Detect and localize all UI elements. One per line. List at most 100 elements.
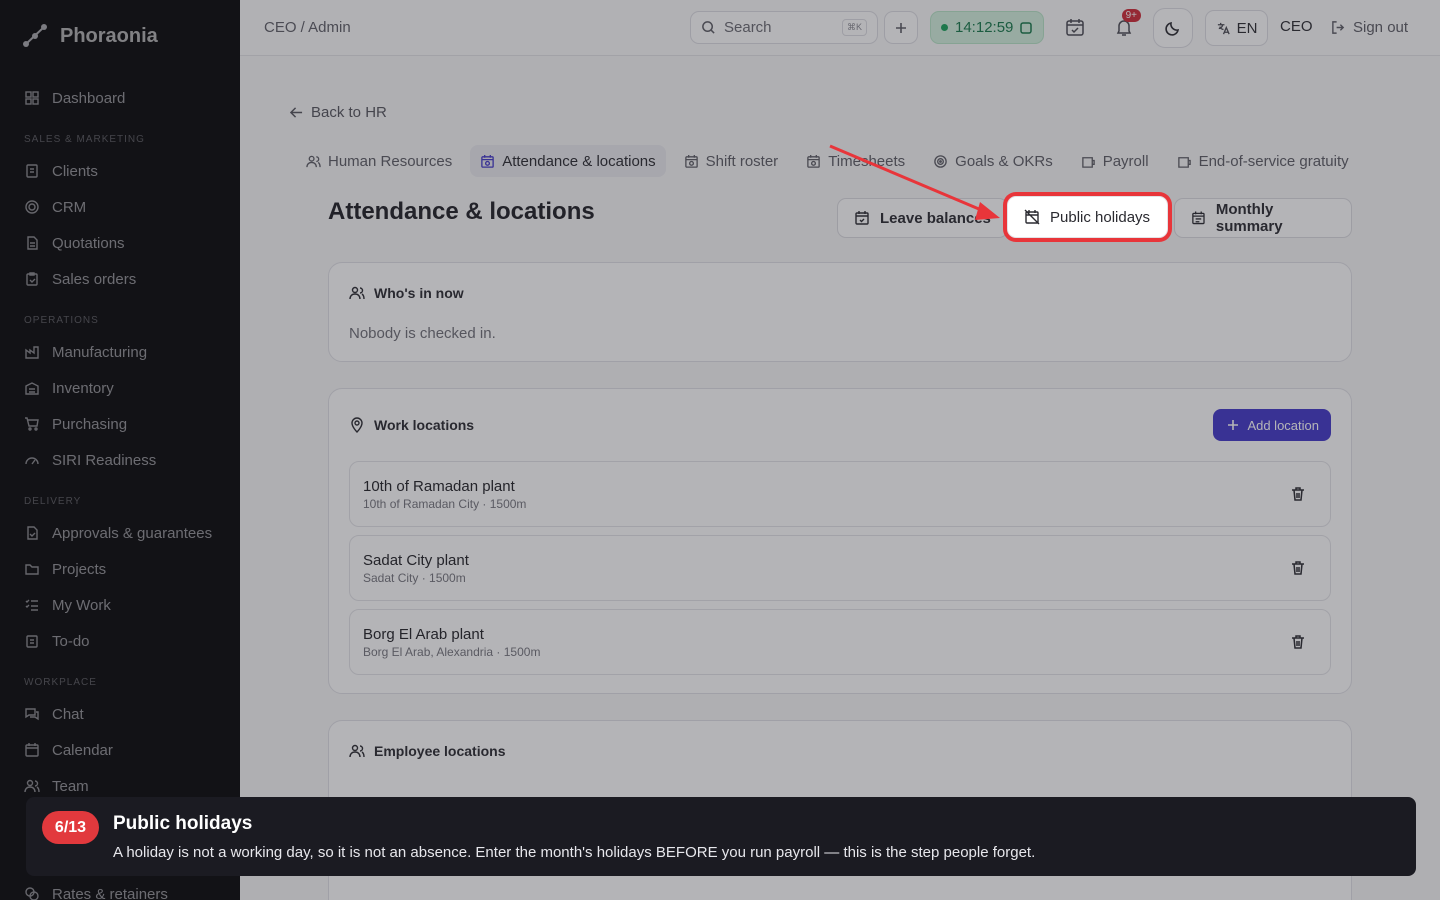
sidebar-item-purchasing[interactable]: Purchasing — [0, 406, 240, 442]
trash-icon[interactable] — [1290, 634, 1306, 650]
notification-badge: 9+ — [1121, 9, 1141, 22]
tab-human-resources[interactable]: Human Resources — [296, 145, 462, 177]
button-label: Leave balances — [880, 209, 991, 227]
sidebar-item-calendar[interactable]: Calendar — [0, 732, 240, 768]
trash-icon[interactable] — [1290, 486, 1306, 502]
notifications-button[interactable]: 9+ — [1114, 9, 1141, 42]
location-name: Borg El Arab plant — [363, 626, 484, 643]
add-button[interactable] — [884, 11, 918, 44]
sidebar-item-inventory[interactable]: Inventory — [0, 370, 240, 406]
leave-balances-button[interactable]: Leave balances — [837, 198, 1008, 238]
target-icon — [934, 154, 947, 168]
translate-icon — [1217, 22, 1230, 34]
card-title: Work locations — [349, 417, 474, 433]
chat-icon — [25, 708, 39, 721]
trash-icon[interactable] — [1290, 560, 1306, 576]
calendar-clock-icon — [807, 154, 820, 168]
calendar-clock-icon — [684, 154, 698, 168]
breadcrumb[interactable]: CEO / Admin — [264, 19, 351, 36]
dashboard-icon — [25, 91, 39, 105]
sidebar-item-label: SIRI Readiness — [52, 451, 157, 469]
calendar-check-icon — [1066, 19, 1084, 36]
button-label: Add location — [1247, 417, 1319, 433]
tab-label: Shift roster — [705, 152, 779, 170]
location-name: 10th of Ramadan plant — [363, 478, 515, 495]
sidebar-item-dashboard[interactable]: Dashboard — [0, 80, 240, 116]
tab-payroll[interactable]: Payroll — [1071, 145, 1159, 177]
language-switcher[interactable]: EN — [1205, 10, 1268, 46]
sidebar-item-clients[interactable]: Clients — [0, 153, 240, 189]
sidebar-item-label: My Work — [52, 596, 111, 614]
search-input[interactable]: Search ⌘K — [690, 11, 878, 44]
building-icon — [26, 164, 38, 178]
role-label[interactable]: CEO — [1280, 18, 1313, 35]
tab-shift-roster[interactable]: Shift roster — [674, 145, 789, 177]
sidebar-item-approvals[interactable]: Approvals & guarantees — [0, 515, 240, 551]
tab-timesheets[interactable]: Timesheets — [796, 145, 915, 177]
sidebar-item-manufacturing[interactable]: Manufacturing — [0, 334, 240, 370]
sidebar-item-siri-readiness[interactable]: SIRI Readiness — [0, 442, 240, 478]
nav-section-title: OPERATIONS — [24, 314, 99, 326]
target-icon — [25, 200, 39, 214]
location-detail: 10th of Ramadan City · 1500m — [363, 497, 527, 511]
sidebar-item-projects[interactable]: Projects — [0, 551, 240, 587]
sidebar-item-my-work[interactable]: My Work — [0, 587, 240, 623]
location-detail: Sadat City · 1500m — [363, 571, 466, 585]
sidebar-item-rates[interactable]: Rates & retainers — [0, 876, 168, 900]
sidebar-item-crm[interactable]: CRM — [0, 189, 240, 225]
brand-name: Phoraonia — [60, 24, 158, 47]
coins-icon — [25, 887, 39, 900]
brand[interactable]: Phoraonia — [0, 0, 240, 72]
calendar-icon — [1192, 211, 1205, 225]
wallet-icon — [1081, 156, 1095, 168]
search-shortcut: ⌘K — [841, 19, 867, 36]
users-icon — [306, 155, 321, 167]
map-pin-icon — [351, 417, 363, 433]
calendar-off-icon — [1024, 209, 1040, 225]
card-title-text: Employee locations — [374, 743, 506, 759]
clock-timer[interactable]: 14:12:59 — [930, 11, 1044, 44]
sidebar-item-label: Team — [52, 777, 89, 795]
card-title-text: Work locations — [374, 417, 475, 433]
tab-label: End-of-service gratuity — [1198, 152, 1349, 170]
sidebar-item-sales-orders[interactable]: Sales orders — [0, 261, 240, 297]
tab-label: Timesheets — [828, 152, 906, 170]
tab-end-of-service[interactable]: End-of-service gratuity — [1167, 145, 1359, 177]
button-label: Monthly summary — [1215, 201, 1283, 235]
sidebar-item-label: Manufacturing — [52, 343, 148, 361]
clipboard-icon — [26, 272, 38, 286]
plus-icon — [896, 22, 906, 33]
language-label: EN — [1236, 19, 1258, 37]
location-detail: Borg El Arab, Alexandria · 1500m — [363, 645, 541, 659]
cart-icon — [25, 417, 39, 431]
warehouse-icon — [25, 382, 39, 395]
card-title: Employee locations — [349, 743, 505, 759]
calendar-button[interactable] — [1065, 17, 1085, 42]
list-check-icon — [25, 599, 38, 611]
tab-goals-okrs[interactable]: Goals & OKRs — [923, 145, 1063, 177]
calendar-check-icon — [855, 211, 869, 225]
hr-tabs: Human Resources Attendance & locations S… — [296, 144, 1367, 178]
users-icon — [24, 779, 40, 793]
arrow-left-icon — [290, 107, 303, 118]
monthly-summary-button[interactable]: Monthly summary — [1174, 198, 1352, 238]
calendar-icon — [25, 743, 39, 757]
public-holidays-button[interactable]: Public holidays — [1007, 196, 1168, 238]
back-link[interactable]: Back to HR — [290, 104, 387, 121]
sidebar-item-todo[interactable]: To-do — [0, 623, 240, 659]
sidebar-item-label: Chat — [52, 705, 84, 723]
sidebar-item-quotations[interactable]: Quotations — [0, 225, 240, 261]
sign-out-button[interactable]: Sign out — [1331, 19, 1408, 36]
sidebar-item-chat[interactable]: Chat — [0, 696, 240, 732]
location-row: Sadat City plant Sadat City · 1500m — [349, 535, 1331, 601]
factory-icon — [25, 346, 39, 359]
empty-state: Nobody is checked in. — [349, 325, 496, 342]
search-icon — [702, 21, 715, 34]
tour-banner: 6/13 Public holidays A holiday is not a … — [26, 797, 1416, 876]
tab-attendance-locations[interactable]: Attendance & locations — [470, 145, 666, 177]
add-location-button[interactable]: Add location — [1213, 409, 1331, 441]
theme-toggle[interactable] — [1153, 8, 1193, 48]
work-locations-card: Work locations Add location 10th of Rama… — [328, 388, 1352, 694]
sidebar-item-label: Calendar — [52, 741, 113, 759]
location-row: Borg El Arab plant Borg El Arab, Alexand… — [349, 609, 1331, 675]
